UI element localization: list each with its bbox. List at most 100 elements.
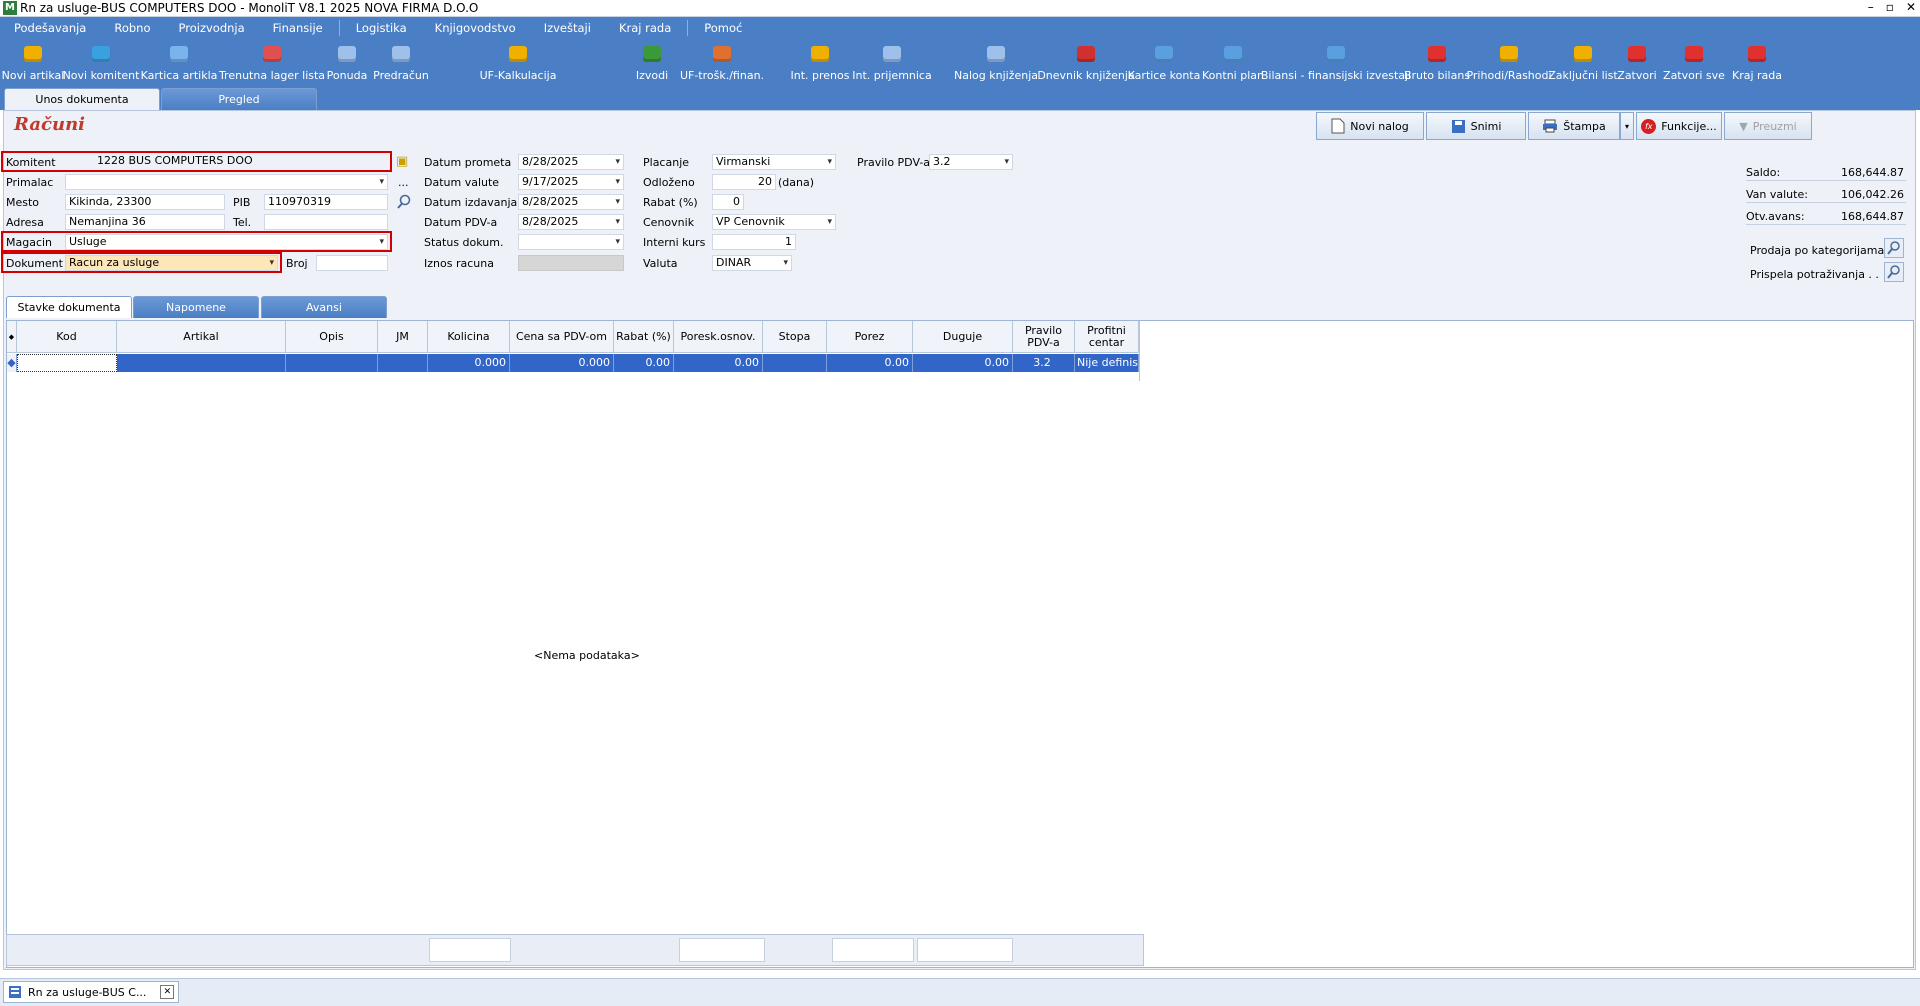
menu-knjigovodstvo[interactable]: Knjigovodstvo	[421, 17, 530, 39]
toolbar-button-4[interactable]: Ponuda	[322, 39, 372, 88]
col-duguje[interactable]: Duguje	[913, 321, 1013, 353]
prodaja-search-button[interactable]	[1884, 238, 1904, 258]
table-row[interactable]: ◆ 0.000 0.000 0.00 0.00 0.00 0.00 3.2 Ni…	[7, 354, 1139, 372]
col-rabat[interactable]: Rabat (%)	[614, 321, 674, 353]
toolbar-button-12[interactable]: Dnevnik knjiženja	[1037, 39, 1135, 88]
toolbar-button-17[interactable]: Prihodi/Rashodi	[1466, 39, 1552, 88]
menu-kraj-rada[interactable]: Kraj rada	[605, 17, 685, 39]
toolbar-button-3[interactable]: Trenutna lager lista	[219, 39, 325, 88]
print-button[interactable]: Štampa	[1528, 112, 1620, 140]
odlozeno-field[interactable]: 20	[712, 174, 776, 190]
col-cena[interactable]: Cena sa PDV-om	[510, 321, 614, 353]
col-kod[interactable]: Kod	[17, 321, 117, 353]
menu-logistika[interactable]: Logistika	[342, 17, 421, 39]
new-order-button[interactable]: Novi nalog	[1316, 112, 1424, 140]
save-button[interactable]: Snimi	[1426, 112, 1526, 140]
cell-poresk-osnov[interactable]: 0.00	[674, 354, 763, 372]
menu-pomoc[interactable]: Pomoć	[690, 17, 756, 39]
broj-field[interactable]	[316, 255, 388, 271]
cell-stopa[interactable]	[763, 354, 827, 372]
menu-finansije[interactable]: Finansije	[259, 17, 337, 39]
tab-avansi[interactable]: Avansi	[261, 296, 387, 318]
datum-prometa-field[interactable]: 8/28/2025	[518, 154, 624, 170]
more-button[interactable]: ...	[398, 176, 409, 189]
cenovnik-field[interactable]: VP Cenovnik	[712, 214, 836, 230]
magacin-field[interactable]: Usluge	[65, 234, 388, 250]
cell-porez[interactable]: 0.00	[827, 354, 913, 372]
tab-stavke-dokumenta[interactable]: Stavke dokumenta	[6, 296, 132, 318]
toolbar-button-0[interactable]: Novi artikal	[0, 39, 66, 88]
col-pravilo-pdv[interactable]: Pravilo PDV-a	[1013, 321, 1075, 353]
toolbar-button-19[interactable]: Zatvori	[1616, 39, 1658, 88]
toolbar-button-13[interactable]: Kartice konta	[1128, 39, 1200, 88]
toolbar-button-15[interactable]: Bilansi - finansijski izvestaji	[1261, 39, 1411, 88]
toolbar-button-16[interactable]: Bruto bilans	[1404, 39, 1470, 88]
open-document-tab[interactable]: Rn za usluge-BUS C... ✕	[3, 981, 180, 1003]
toolbar-button-5[interactable]: Predračun	[372, 39, 430, 88]
menu-izvestaji[interactable]: Izveštaji	[530, 17, 605, 39]
col-profitni-centar[interactable]: Profitni centar	[1075, 321, 1139, 353]
functions-button[interactable]: fx Funkcije...	[1636, 112, 1722, 140]
datum-pdv-field[interactable]: 8/28/2025	[518, 214, 624, 230]
toolbar-button-18[interactable]: Zaključni list	[1548, 39, 1618, 88]
datum-valute-field[interactable]: 9/17/2025	[518, 174, 624, 190]
valuta-field[interactable]: DINAR	[712, 255, 792, 271]
tab-pregled[interactable]: Pregled	[161, 88, 317, 110]
adresa-field[interactable]: Nemanjina 36	[65, 214, 225, 230]
download-button[interactable]: ▼ Preuzmi	[1724, 112, 1812, 140]
close-window-button[interactable]: ✕	[1906, 0, 1916, 14]
minimize-button[interactable]: –	[1868, 0, 1874, 14]
toolbar-button-1[interactable]: Novi komitent	[63, 39, 139, 88]
placanje-field[interactable]: Virmanski	[712, 154, 836, 170]
menu-podesavanja[interactable]: Podešavanja	[0, 17, 100, 39]
cell-rabat[interactable]: 0.00	[614, 354, 674, 372]
cell-profitni-centar[interactable]: Nije definisan	[1075, 354, 1139, 372]
search-icon[interactable]	[396, 194, 412, 210]
cell-kod[interactable]	[17, 354, 117, 372]
toolbar-button-8[interactable]: UF-trošk./finan.	[676, 39, 768, 88]
close-tab-icon[interactable]: ✕	[160, 985, 175, 999]
toolbar-button-21[interactable]: Kraj rada	[1730, 39, 1784, 88]
menu-proizvodnja[interactable]: Proizvodnja	[165, 17, 259, 39]
cell-duguje[interactable]: 0.00	[913, 354, 1013, 372]
print-dropdown-button[interactable]: ▾	[1620, 112, 1634, 140]
col-porez[interactable]: Porez	[827, 321, 913, 353]
menu-robno[interactable]: Robno	[100, 17, 164, 39]
book-icon[interactable]: ▣	[396, 154, 408, 169]
toolbar-button-14[interactable]: Kontni plan	[1200, 39, 1266, 88]
komitent-field[interactable]: 1228 BUS COMPUTERS DOO	[65, 154, 388, 170]
cell-artikal[interactable]	[117, 354, 286, 372]
maximize-button[interactable]: ▫	[1886, 0, 1894, 14]
col-jm[interactable]: JM	[378, 321, 428, 353]
cell-kolicina[interactable]: 0.000	[428, 354, 510, 372]
rabat-field[interactable]: 0	[712, 194, 744, 210]
toolbar-button-20[interactable]: Zatvori sve	[1658, 39, 1730, 88]
cell-cena[interactable]: 0.000	[510, 354, 614, 372]
cell-opis[interactable]	[286, 354, 378, 372]
toolbar-button-2[interactable]: Kartica artikla	[136, 39, 222, 88]
col-kolicina[interactable]: Kolicina	[428, 321, 510, 353]
toolbar-button-10[interactable]: Int. prijemnica	[852, 39, 932, 88]
toolbar-button-9[interactable]: Int. prenos	[786, 39, 854, 88]
dokument-field[interactable]: Racun za usluge	[65, 255, 278, 271]
tab-unos-dokumenta[interactable]: Unos dokumenta	[4, 88, 160, 110]
col-poresk-osnov[interactable]: Poresk.osnov.	[674, 321, 763, 353]
pravilo-pdv-field[interactable]: 3.2	[929, 154, 1013, 170]
interni-kurs-field[interactable]: 1	[712, 234, 796, 250]
toolbar-button-11[interactable]: Nalog knjiženja	[948, 39, 1044, 88]
col-stopa[interactable]: Stopa	[763, 321, 827, 353]
pib-field[interactable]: 110970319	[264, 194, 388, 210]
col-opis[interactable]: Opis	[286, 321, 378, 353]
primalac-field[interactable]	[65, 174, 388, 190]
tab-napomene[interactable]: Napomene	[133, 296, 259, 318]
toolbar-button-6[interactable]: UF-Kalkulacija	[448, 39, 588, 88]
toolbar-button-7[interactable]: Izvodi	[628, 39, 676, 88]
prispela-search-button[interactable]	[1884, 262, 1904, 282]
tel-field[interactable]	[264, 214, 388, 230]
cell-pravilo-pdv[interactable]: 3.2	[1013, 354, 1075, 372]
cell-jm[interactable]	[378, 354, 428, 372]
mesto-field[interactable]: Kikinda, 23300	[65, 194, 225, 210]
col-artikal[interactable]: Artikal	[117, 321, 286, 353]
status-field[interactable]	[518, 234, 624, 250]
datum-izdavanja-field[interactable]: 8/28/2025	[518, 194, 624, 210]
